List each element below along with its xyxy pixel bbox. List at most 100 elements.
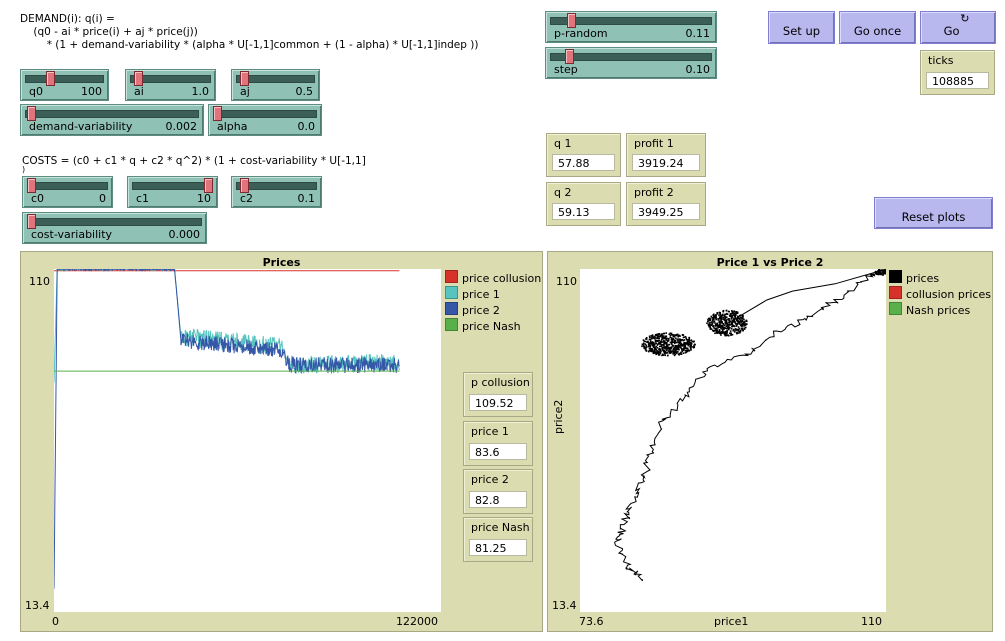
scatter-points — [614, 269, 886, 582]
price-nash-monitor: price Nash 81.25 — [463, 517, 533, 562]
slider-label: q0 — [29, 85, 43, 98]
slider-knob[interactable] — [204, 178, 213, 193]
legend-swatch — [445, 318, 458, 331]
slider-knob[interactable] — [27, 178, 36, 193]
monitor-value: 81.25 — [469, 539, 527, 556]
monitor-label: price 2 — [471, 473, 509, 486]
legend-label: price 2 — [462, 304, 500, 317]
go-button[interactable]: Go ↻ — [920, 11, 996, 44]
q1-monitor: q 1 57.88 — [546, 133, 621, 177]
go-once-button-label: Go once — [853, 24, 902, 38]
c0-slider[interactable]: c0 0 — [22, 176, 113, 208]
legend-label: price 1 — [462, 288, 500, 301]
legend-swatch — [445, 302, 458, 315]
plot-title: Price 1 vs Price 2 — [716, 256, 824, 269]
demand-variability-slider[interactable]: demand-variability 0.002 — [20, 104, 204, 136]
c2-slider[interactable]: c2 0.1 — [231, 176, 322, 208]
profit2-monitor: profit 2 3949.25 — [626, 182, 706, 226]
slider-label: aj — [240, 85, 250, 98]
slider-label: p-random — [554, 27, 608, 40]
price2-monitor: price 2 82.8 — [463, 469, 533, 514]
monitor-value: 3919.24 — [632, 154, 700, 171]
costs-note-line1: COSTS = (c0 + c1 * q + c2 * q^2) * (1 + … — [22, 155, 366, 167]
slider-value: 100 — [81, 85, 102, 98]
q0-slider[interactable]: q0 100 — [20, 69, 109, 101]
legend-item: price 2 — [445, 302, 500, 317]
cluster-upper — [706, 309, 748, 337]
price-trajectory-upper — [727, 269, 886, 324]
legend-label: prices — [906, 272, 940, 285]
slider-knob[interactable] — [134, 71, 143, 86]
monitor-value: 3949.25 — [632, 203, 700, 220]
y-min-label: 13.4 — [25, 599, 50, 612]
q2-monitor: q 2 59.13 — [546, 182, 621, 226]
slider-label: c2 — [240, 192, 254, 205]
aj-slider[interactable]: aj 0.5 — [231, 69, 320, 101]
legend-label: collusion prices — [906, 288, 991, 301]
slider-knob[interactable] — [46, 71, 55, 86]
y-max-label: 110 — [556, 275, 577, 288]
slider-knob[interactable] — [567, 13, 576, 28]
legend-swatch — [889, 286, 902, 299]
slider-knob[interactable] — [240, 71, 249, 86]
go-once-button[interactable]: Go once — [839, 11, 916, 44]
monitor-label: price 1 — [471, 425, 509, 438]
slider-knob[interactable] — [213, 106, 222, 121]
x-axis-title: price1 — [714, 615, 749, 628]
monitor-label: p collusion — [471, 376, 530, 389]
y-axis-title: price2 — [552, 399, 565, 434]
legend-item: prices — [889, 270, 939, 285]
cost-variability-slider[interactable]: cost-variability 0.000 — [22, 212, 207, 244]
x-max-label: 110 — [861, 615, 882, 628]
cluster-lower — [641, 332, 696, 357]
legend-label: price Nash — [462, 320, 521, 333]
price-trajectory — [614, 269, 886, 582]
setup-button[interactable]: Set up — [768, 11, 835, 44]
monitor-value: 57.88 — [552, 154, 615, 171]
slider-knob[interactable] — [27, 106, 36, 121]
monitor-label: ticks — [928, 54, 954, 67]
x-max-label: 122000 — [396, 615, 438, 628]
slider-knob[interactable] — [27, 214, 36, 229]
price1-vs-price2-plot: Price 1 vs Price 2 110 13.4 73.6 110 pri… — [547, 251, 993, 632]
slider-value: 0.1 — [297, 192, 316, 205]
c1-slider[interactable]: c1 10 — [127, 176, 218, 208]
ai-slider[interactable]: ai 1.0 — [125, 69, 216, 101]
slider-value: 0.002 — [165, 120, 198, 133]
legend-swatch — [445, 286, 458, 299]
slider-value: 0.11 — [685, 27, 711, 40]
reset-plots-button[interactable]: Reset plots — [874, 197, 993, 229]
monitor-label: q 1 — [554, 137, 572, 150]
p-random-slider[interactable]: p-random 0.11 — [545, 11, 717, 43]
plot-area — [54, 269, 441, 612]
slider-value: 0.0 — [297, 120, 316, 133]
monitor-label: profit 2 — [634, 186, 674, 199]
slider-label: ai — [134, 85, 144, 98]
legend-label: price collusion — [462, 272, 542, 285]
legend-item: price 1 — [445, 286, 500, 301]
series-line-price-2 — [54, 269, 400, 589]
x-min-label: 73.6 — [579, 615, 604, 628]
slider-value: 0.5 — [295, 85, 314, 98]
slider-track — [27, 218, 202, 226]
slider-knob[interactable] — [565, 49, 574, 64]
profit1-monitor: profit 1 3919.24 — [626, 133, 706, 177]
prices-plot: Prices 110 13.4 0 122000 price collusion… — [20, 251, 543, 632]
monitor-value: 82.8 — [469, 491, 527, 508]
monitor-value: 109.52 — [469, 394, 527, 411]
slider-knob[interactable] — [240, 178, 249, 193]
legend-swatch — [889, 302, 902, 315]
go-button-label: Go — [943, 24, 960, 38]
slider-track — [25, 110, 199, 118]
x-min-label: 0 — [52, 615, 59, 628]
step-slider[interactable]: step 0.10 — [545, 47, 717, 79]
setup-button-label: Set up — [782, 24, 821, 38]
slider-label: cost-variability — [31, 228, 113, 241]
alpha-slider[interactable]: alpha 0.0 — [208, 104, 322, 136]
slider-track — [550, 53, 712, 61]
monitor-label: price Nash — [471, 521, 530, 534]
slider-value: 1.0 — [191, 85, 210, 98]
slider-track — [213, 110, 317, 118]
slider-value: 0 — [99, 192, 106, 205]
slider-track — [25, 75, 104, 83]
